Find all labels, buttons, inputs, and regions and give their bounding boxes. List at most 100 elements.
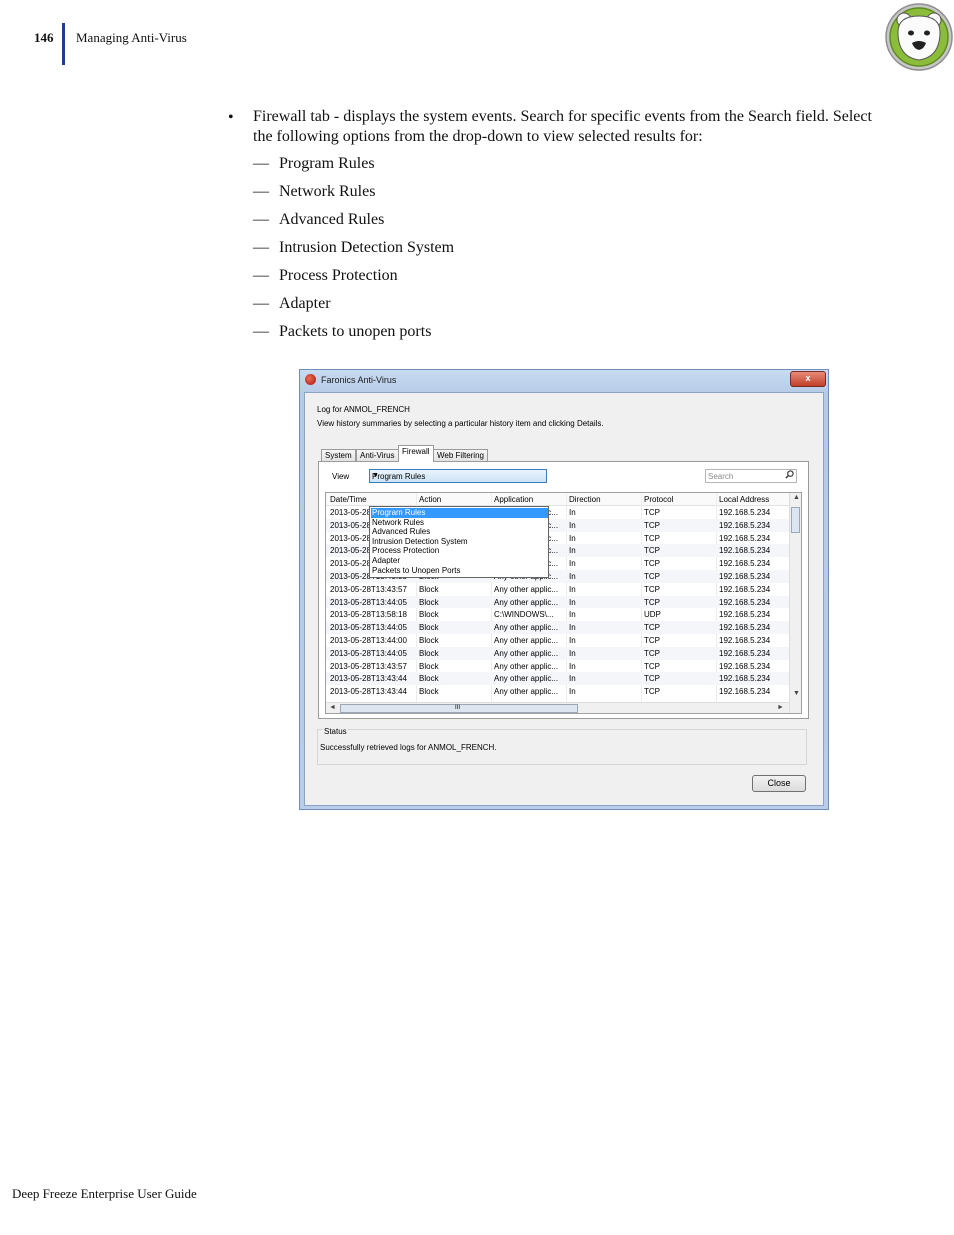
table-row[interactable]: 2013-05-28T13:44:05 Block Any other applic… xyxy=(326,595,789,609)
tab-firewall[interactable]: Firewall xyxy=(398,445,434,462)
scroll-grip: III xyxy=(455,705,461,711)
table-cell: 192.168.5.234 xyxy=(719,559,771,569)
table-cell: 192.168.5.234 xyxy=(719,584,771,594)
table-cell: 2013-05-28T13:43:44 xyxy=(330,687,407,697)
table-cell: Any other applic... xyxy=(494,661,559,671)
app-icon xyxy=(305,374,316,385)
table-cell: Any other applic... xyxy=(494,674,559,684)
list-item: — Program Rules xyxy=(253,155,375,173)
dialog-client-area: Log for ANMOL_FRENCH View history summar… xyxy=(304,392,824,806)
table-cell: Any other applic... xyxy=(494,687,559,697)
option-label: Adapter xyxy=(279,295,331,312)
table-cell: In xyxy=(569,674,576,684)
dash-marker: — xyxy=(253,211,269,228)
close-button[interactable]: Close xyxy=(752,775,806,792)
table-cell: 2013-05-28T13:58:18 xyxy=(330,610,407,620)
table-cell: In xyxy=(569,597,576,607)
table-row[interactable]: 2013-05-28T13:44:05 Block Any other applic… xyxy=(326,621,789,634)
view-select[interactable]: Program Rules ▼ xyxy=(369,469,547,483)
status-text: Successfully retrieved logs for ANMOL_FR… xyxy=(320,743,497,752)
footer-guide-title: Deep Freeze Enterprise User Guide xyxy=(12,1186,197,1201)
scroll-left-icon[interactable]: ◄ xyxy=(329,704,336,711)
dropdown-option[interactable]: Intrusion Detection System xyxy=(371,537,548,547)
table-cell: TCP xyxy=(644,687,660,697)
table-cell: TCP xyxy=(644,623,660,633)
table-cell: 192.168.5.234 xyxy=(719,508,771,517)
table-cell: 192.168.5.234 xyxy=(719,546,771,556)
table-row[interactable]: 2013-05-28T13:58:18 Block C:\WINDOWS\... In… xyxy=(326,608,789,621)
table-row[interactable]: 2013-05-28T13:43:57 Block Any other applic… xyxy=(326,583,789,596)
table-cell: UDP xyxy=(644,610,661,620)
table-cell: Block xyxy=(419,674,439,684)
table-cell: Block xyxy=(419,648,439,658)
table-row[interactable]: 2013-05-28T13:43:57 Block Any other applic… xyxy=(326,660,789,673)
dropdown-option[interactable]: Program Rules xyxy=(371,508,548,518)
window-title: Faronics Anti-Virus xyxy=(321,375,397,385)
search-placeholder: Search xyxy=(708,472,734,481)
search-icon[interactable] xyxy=(785,470,794,479)
table-cell: 2013-05-28T13:43:44 xyxy=(330,674,407,684)
table-cell: 2013-05-28T13:44:05 xyxy=(330,597,407,607)
column-header[interactable]: Local Address xyxy=(719,495,769,504)
table-row[interactable]: 2013-05-28T13:44:05 Block Any other applic… xyxy=(326,646,789,660)
hint-text: View history summaries by selecting a pa… xyxy=(317,419,604,428)
dash-marker: — xyxy=(253,155,269,172)
table-cell: 2013-05-28T13:44:00 xyxy=(330,636,407,645)
anti-virus-log-window: Faronics Anti-Virus x Log for ANMOL_FREN… xyxy=(299,369,829,810)
table-cell: TCP xyxy=(644,648,660,658)
scroll-down-icon[interactable]: ▼ xyxy=(793,690,800,697)
column-header[interactable]: Direction xyxy=(569,495,601,504)
table-cell: TCP xyxy=(644,572,660,581)
firewall-tab-panel: View Program Rules ▼ Search Date/Time Ac… xyxy=(318,461,809,719)
table-cell: 192.168.5.234 xyxy=(719,520,771,530)
table-cell: 192.168.5.234 xyxy=(719,533,771,543)
table-cell: Block xyxy=(419,661,439,671)
scroll-thumb[interactable] xyxy=(791,507,800,533)
table-row[interactable]: 2013-05-28T13:43:44 Block Any other applic… xyxy=(326,685,789,698)
dropdown-option[interactable]: Adapter xyxy=(371,556,548,566)
table-cell: TCP xyxy=(644,559,660,569)
search-input[interactable]: Search xyxy=(705,469,797,483)
table-cell: 2013-05-28T13:43:57 xyxy=(330,661,407,671)
table-cell: TCP xyxy=(644,520,660,530)
table-cell: TCP xyxy=(644,597,660,607)
table-cell: Block xyxy=(419,687,439,697)
scroll-thumb[interactable]: III xyxy=(340,704,578,713)
option-label: Process Protection xyxy=(279,267,398,284)
list-item: — Adapter xyxy=(253,295,331,313)
option-label: Packets to unopen ports xyxy=(279,323,432,340)
option-label: Program Rules xyxy=(279,155,375,172)
table-cell: TCP xyxy=(644,584,660,594)
table-cell: Any other applic... xyxy=(494,584,559,594)
list-item: — Network Rules xyxy=(253,183,375,201)
dropdown-option[interactable]: Advanced Rules xyxy=(371,527,548,537)
window-close-button[interactable]: x xyxy=(790,371,826,387)
scroll-up-icon[interactable]: ▲ xyxy=(793,494,800,501)
table-row[interactable]: 2013-05-28T13:43:44 Block Any other applic… xyxy=(326,672,789,686)
horizontal-scrollbar[interactable]: ◄ III ► xyxy=(326,702,789,713)
scroll-right-icon[interactable]: ► xyxy=(777,704,784,711)
dropdown-option[interactable]: Network Rules xyxy=(371,518,548,528)
dropdown-option[interactable]: Packets to Unopen Ports xyxy=(371,566,548,576)
table-cell: 192.168.5.234 xyxy=(719,674,771,684)
table-header: Date/Time Action Application Direction P… xyxy=(326,493,789,506)
table-cell: TCP xyxy=(644,533,660,543)
log-for-label: Log for ANMOL_FRENCH xyxy=(317,405,410,414)
table-cell: Block xyxy=(419,597,439,607)
dropdown-option[interactable]: Process Protection xyxy=(371,546,548,556)
table-cell: Block xyxy=(419,610,439,620)
list-item: — Packets to unopen ports xyxy=(253,323,431,341)
chevron-down-icon: ▼ xyxy=(372,472,379,479)
table-row[interactable]: 2013-05-28T13:44:00 Block Any other applic… xyxy=(326,634,789,647)
section-title: Managing Anti-Virus xyxy=(76,30,187,45)
column-header[interactable]: Action xyxy=(419,495,441,504)
table-cell: TCP xyxy=(644,636,660,645)
table-cell: In xyxy=(569,623,576,633)
table-cell: Any other applic... xyxy=(494,636,559,645)
column-header[interactable]: Date/Time xyxy=(330,495,367,504)
column-header[interactable]: Application xyxy=(494,495,533,504)
table-cell: 2013-05-28T13:44:05 xyxy=(330,648,407,658)
view-dropdown-list: Program Rules Network Rules Advanced Rul… xyxy=(369,506,549,578)
column-header[interactable]: Protocol xyxy=(644,495,673,504)
vertical-scrollbar[interactable]: ▲ ▼ xyxy=(789,493,801,713)
